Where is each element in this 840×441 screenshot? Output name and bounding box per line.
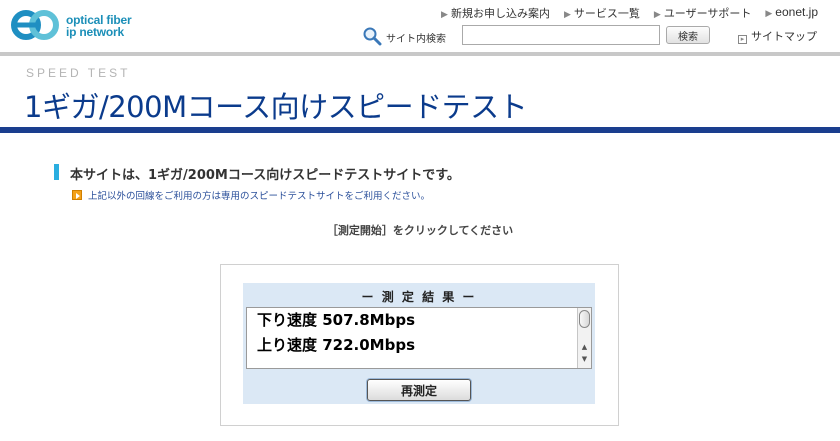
scroll-up-icon[interactable]: ▲ bbox=[578, 342, 591, 352]
logo[interactable]: optical fiber ip network bbox=[10, 6, 140, 44]
title-underline-bar bbox=[0, 127, 840, 133]
chevron-right-icon: ▶ bbox=[765, 8, 773, 18]
chevron-right-icon: ▶ bbox=[441, 10, 448, 20]
sitemap-label: サイトマップ bbox=[751, 30, 817, 43]
nav-label: ユーザーサポート bbox=[663, 7, 752, 20]
lead-text: 本サイトは、1ギガ/200Mコース向けスピードテストサイトです。 bbox=[70, 168, 460, 183]
square-arrow-icon: ▸ bbox=[738, 35, 747, 44]
nav-user-support[interactable]: ▶ ユーザーサポート bbox=[654, 5, 751, 21]
nav-service-list[interactable]: ▶ サービス一覧 bbox=[564, 5, 640, 21]
retest-button[interactable]: 再測定 bbox=[367, 379, 471, 401]
sitemap-link[interactable]: ▸ サイトマップ bbox=[738, 28, 817, 44]
search-label: サイト内検索 bbox=[386, 34, 446, 45]
search-button[interactable]: 検索 bbox=[666, 26, 710, 44]
nav-new-application[interactable]: ▶ 新規お申し込み案内 bbox=[441, 5, 550, 21]
nav-eonet[interactable]: ▶ eonet.jp bbox=[765, 5, 818, 21]
result-scrollbar[interactable]: ▲ ▼ bbox=[577, 308, 591, 368]
result-panel: ー 測 定 結 果 ー 下り速度 507.8Mbps 上り速度 722.0Mbp… bbox=[243, 283, 595, 404]
chevron-right-icon: ▶ bbox=[563, 10, 571, 20]
search-icon bbox=[363, 27, 382, 46]
top-navigation: ▶ 新規お申し込み案内 ▶ サービス一覧 ▶ ユーザーサポート ▶ eonet.jp bbox=[441, 5, 818, 21]
link-arrow-icon bbox=[72, 190, 82, 200]
page-subtitle: SPEED TEST bbox=[26, 66, 131, 80]
site-search: サイト内検索 検索 ▸ サイトマップ bbox=[362, 25, 822, 47]
search-input[interactable] bbox=[462, 25, 660, 45]
title-band: SPEED TEST 1ギガ/200Mコース向けスピードテスト bbox=[0, 56, 840, 128]
site-header: optical fiber ip network ▶ 新規お申し込み案内 ▶ サービ… bbox=[0, 0, 840, 52]
result-list[interactable]: 下り速度 507.8Mbps 上り速度 722.0Mbps ▲ ▼ bbox=[246, 307, 592, 369]
instruction-text: ［測定開始］をクリックしてください bbox=[326, 224, 514, 237]
note-text: 上記以外の回線をご利用の方は専用のスピードテストサイトをご利用ください。 bbox=[88, 191, 431, 202]
heading-marker bbox=[54, 164, 59, 180]
nav-label: 新規お申し込み案内 bbox=[450, 7, 550, 20]
logo-text-line2: ip network bbox=[66, 25, 125, 39]
logo-text: optical fiber ip network bbox=[66, 14, 132, 39]
scrollbar-thumb[interactable] bbox=[579, 310, 590, 328]
download-speed: 下り速度 507.8Mbps bbox=[257, 311, 415, 329]
chevron-right-icon: ▶ bbox=[653, 10, 661, 20]
other-line-link[interactable]: 上記以外の回線をご利用の方は専用のスピードテストサイトをご利用ください。 bbox=[72, 188, 430, 202]
result-title: ー 測 定 結 果 ー bbox=[361, 290, 477, 304]
nav-label: サービス一覧 bbox=[573, 7, 640, 20]
page-title: 1ギガ/200Mコース向けスピードテスト bbox=[24, 90, 528, 124]
nav-label: eonet.jp bbox=[775, 5, 818, 19]
scroll-down-icon[interactable]: ▼ bbox=[578, 354, 591, 364]
upload-speed: 上り速度 722.0Mbps bbox=[257, 336, 415, 354]
eo-logo-icon bbox=[11, 10, 59, 40]
